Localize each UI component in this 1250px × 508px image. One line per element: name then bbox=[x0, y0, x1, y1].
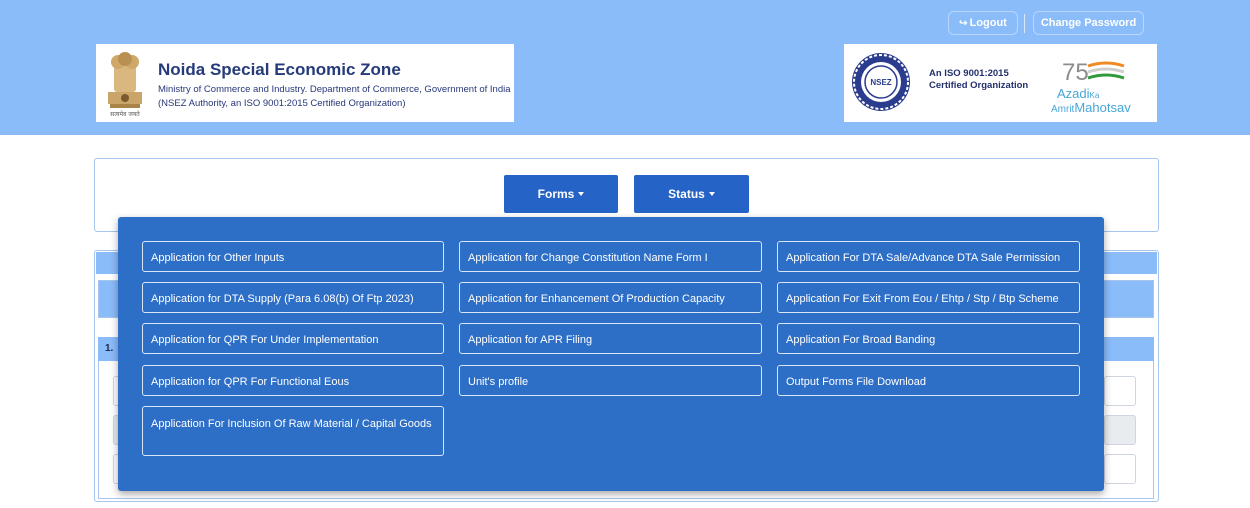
status-dropdown-button[interactable]: Status bbox=[634, 175, 749, 213]
menu-item-dta-supply[interactable]: Application for DTA Supply (Para 6.08(b)… bbox=[142, 282, 444, 313]
header-link-divider bbox=[1024, 14, 1025, 33]
organization-subtitle: Ministry of Commerce and Industry. Depar… bbox=[158, 84, 511, 95]
menu-item-exit-from-eou-scheme[interactable]: Application For Exit From Eou / Ehtp / S… bbox=[777, 282, 1080, 313]
caret-down-icon bbox=[578, 192, 585, 196]
change-password-button[interactable]: Change Password bbox=[1033, 11, 1144, 35]
menu-item-output-forms-download[interactable]: Output Forms File Download bbox=[777, 365, 1080, 396]
menu-item-broad-banding[interactable]: Application For Broad Banding bbox=[777, 323, 1080, 354]
nsez-seal-icon: NSEZ bbox=[852, 53, 910, 111]
menu-item-other-inputs[interactable]: Application for Other Inputs bbox=[142, 241, 444, 272]
menu-item-inclusion-raw-material[interactable]: Application For Inclusion Of Raw Materia… bbox=[142, 406, 444, 456]
organization-brand: सत्यमेव जयते Noida Special Economic Zone… bbox=[96, 44, 514, 122]
logout-icon: ↪ bbox=[959, 18, 968, 29]
form-field[interactable] bbox=[1104, 376, 1136, 406]
organization-title: Noida Special Economic Zone bbox=[158, 60, 401, 79]
status-label: Status bbox=[668, 187, 705, 201]
form-field[interactable] bbox=[1104, 454, 1136, 484]
logout-label: Logout bbox=[969, 17, 1007, 29]
emblem-caption: सत्यमेव जयते bbox=[110, 111, 140, 118]
azadi-ka: Ka bbox=[1089, 91, 1100, 100]
azadi-mahotsav: Mahotsav bbox=[1074, 100, 1131, 115]
azadi-text: AzadiKa bbox=[1057, 86, 1099, 101]
menu-item-enhancement-production-capacity[interactable]: Application for Enhancement Of Productio… bbox=[459, 282, 762, 313]
certification-brand: NSEZ An ISO 9001:2015 Certified Organiza… bbox=[844, 44, 1157, 122]
menu-item-change-constitution-name[interactable]: Application for Change Constitution Name… bbox=[459, 241, 762, 272]
form-field[interactable] bbox=[1104, 415, 1136, 445]
azadi-word: Azadi bbox=[1057, 86, 1090, 101]
forms-label: Forms bbox=[537, 187, 575, 201]
section-number: 1. bbox=[105, 343, 114, 354]
menu-item-qpr-under-implementation[interactable]: Application for QPR For Under Implementa… bbox=[142, 323, 444, 354]
iso-line-1: An ISO 9001:2015 bbox=[929, 68, 1009, 79]
menu-item-dta-sale-permission[interactable]: Application For DTA Sale/Advance DTA Sal… bbox=[777, 241, 1080, 272]
iso-line-2: Certified Organization bbox=[929, 80, 1029, 91]
national-emblem-icon bbox=[108, 52, 142, 108]
amrit-mahotsav-text: AmritMahotsav bbox=[1051, 100, 1131, 115]
azadi-number: 75 bbox=[1062, 59, 1089, 86]
menu-item-units-profile[interactable]: Unit's profile bbox=[459, 365, 762, 396]
forms-dropdown-button[interactable]: Forms bbox=[504, 175, 618, 213]
azadi-amrit: Amrit bbox=[1051, 104, 1075, 115]
logout-button[interactable]: ↪ Logout bbox=[948, 11, 1018, 35]
seal-text: NSEZ bbox=[870, 78, 891, 87]
menu-item-apr-filing[interactable]: Application for APR Filing bbox=[459, 323, 762, 354]
menu-item-qpr-functional-eous[interactable]: Application for QPR For Functional Eous bbox=[142, 365, 444, 396]
organization-certification: (NSEZ Authority, an ISO 9001:2015 Certif… bbox=[158, 98, 406, 109]
caret-down-icon bbox=[708, 192, 715, 196]
forms-dropdown-menu: Application for Other Inputs Application… bbox=[118, 217, 1104, 491]
